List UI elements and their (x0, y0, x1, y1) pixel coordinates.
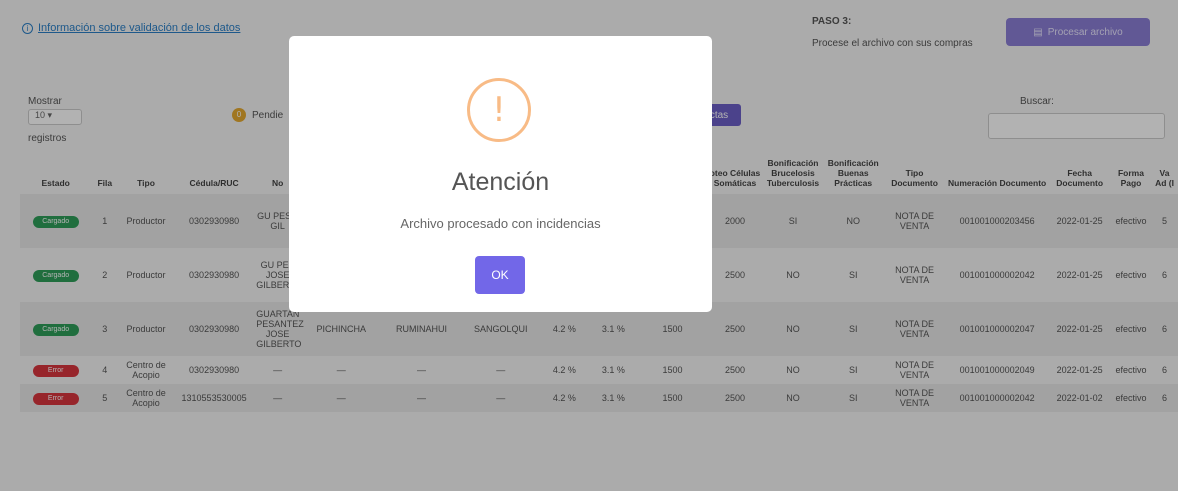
dialog-title: Atención (451, 168, 550, 196)
alert-dialog: ! Atención Archivo procesado con inciden… (289, 36, 712, 312)
exclamation-icon: ! (467, 78, 531, 142)
dialog-message: Archivo procesado con incidencias (400, 216, 601, 231)
ok-button[interactable]: OK (475, 256, 525, 294)
